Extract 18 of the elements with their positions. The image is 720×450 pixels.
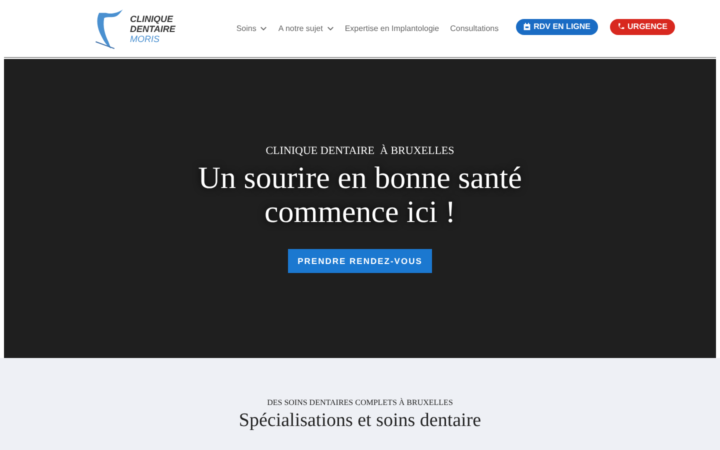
hero-title: Un sourire en bonne santé commence ici !	[197, 161, 523, 229]
calendar-icon	[522, 22, 531, 31]
hero-kicker: CLINIQUE DENTAIRE À BRUXELLES	[266, 145, 454, 157]
logo-text: DENTAIRE	[130, 24, 176, 34]
section-title: Spécialisations et soins dentaire	[238, 410, 482, 432]
section-kicker: DES SOINS DENTAIRES COMPLETS À BRUXELLES	[267, 398, 453, 407]
chevron-down-icon	[260, 26, 268, 31]
logo-text: CLINIQUE	[130, 14, 174, 24]
header-button[interactable]: RDV EN LIGNE	[516, 18, 598, 34]
phone-icon	[616, 22, 625, 31]
appointment-button[interactable]: PRENDRE RENDEZ-VOUS	[288, 249, 432, 273]
chevron-down-icon	[326, 26, 334, 31]
nav-link[interactable]: Consultations	[450, 24, 499, 33]
header-button[interactable]: URGENCE	[610, 18, 675, 34]
nav-link[interactable]: Soins	[236, 24, 268, 33]
logo-text: MORIS	[130, 34, 161, 44]
nav-link[interactable]: Expertise en Implantologie	[344, 24, 440, 33]
nav-link[interactable]: A notre sujet	[278, 24, 334, 33]
